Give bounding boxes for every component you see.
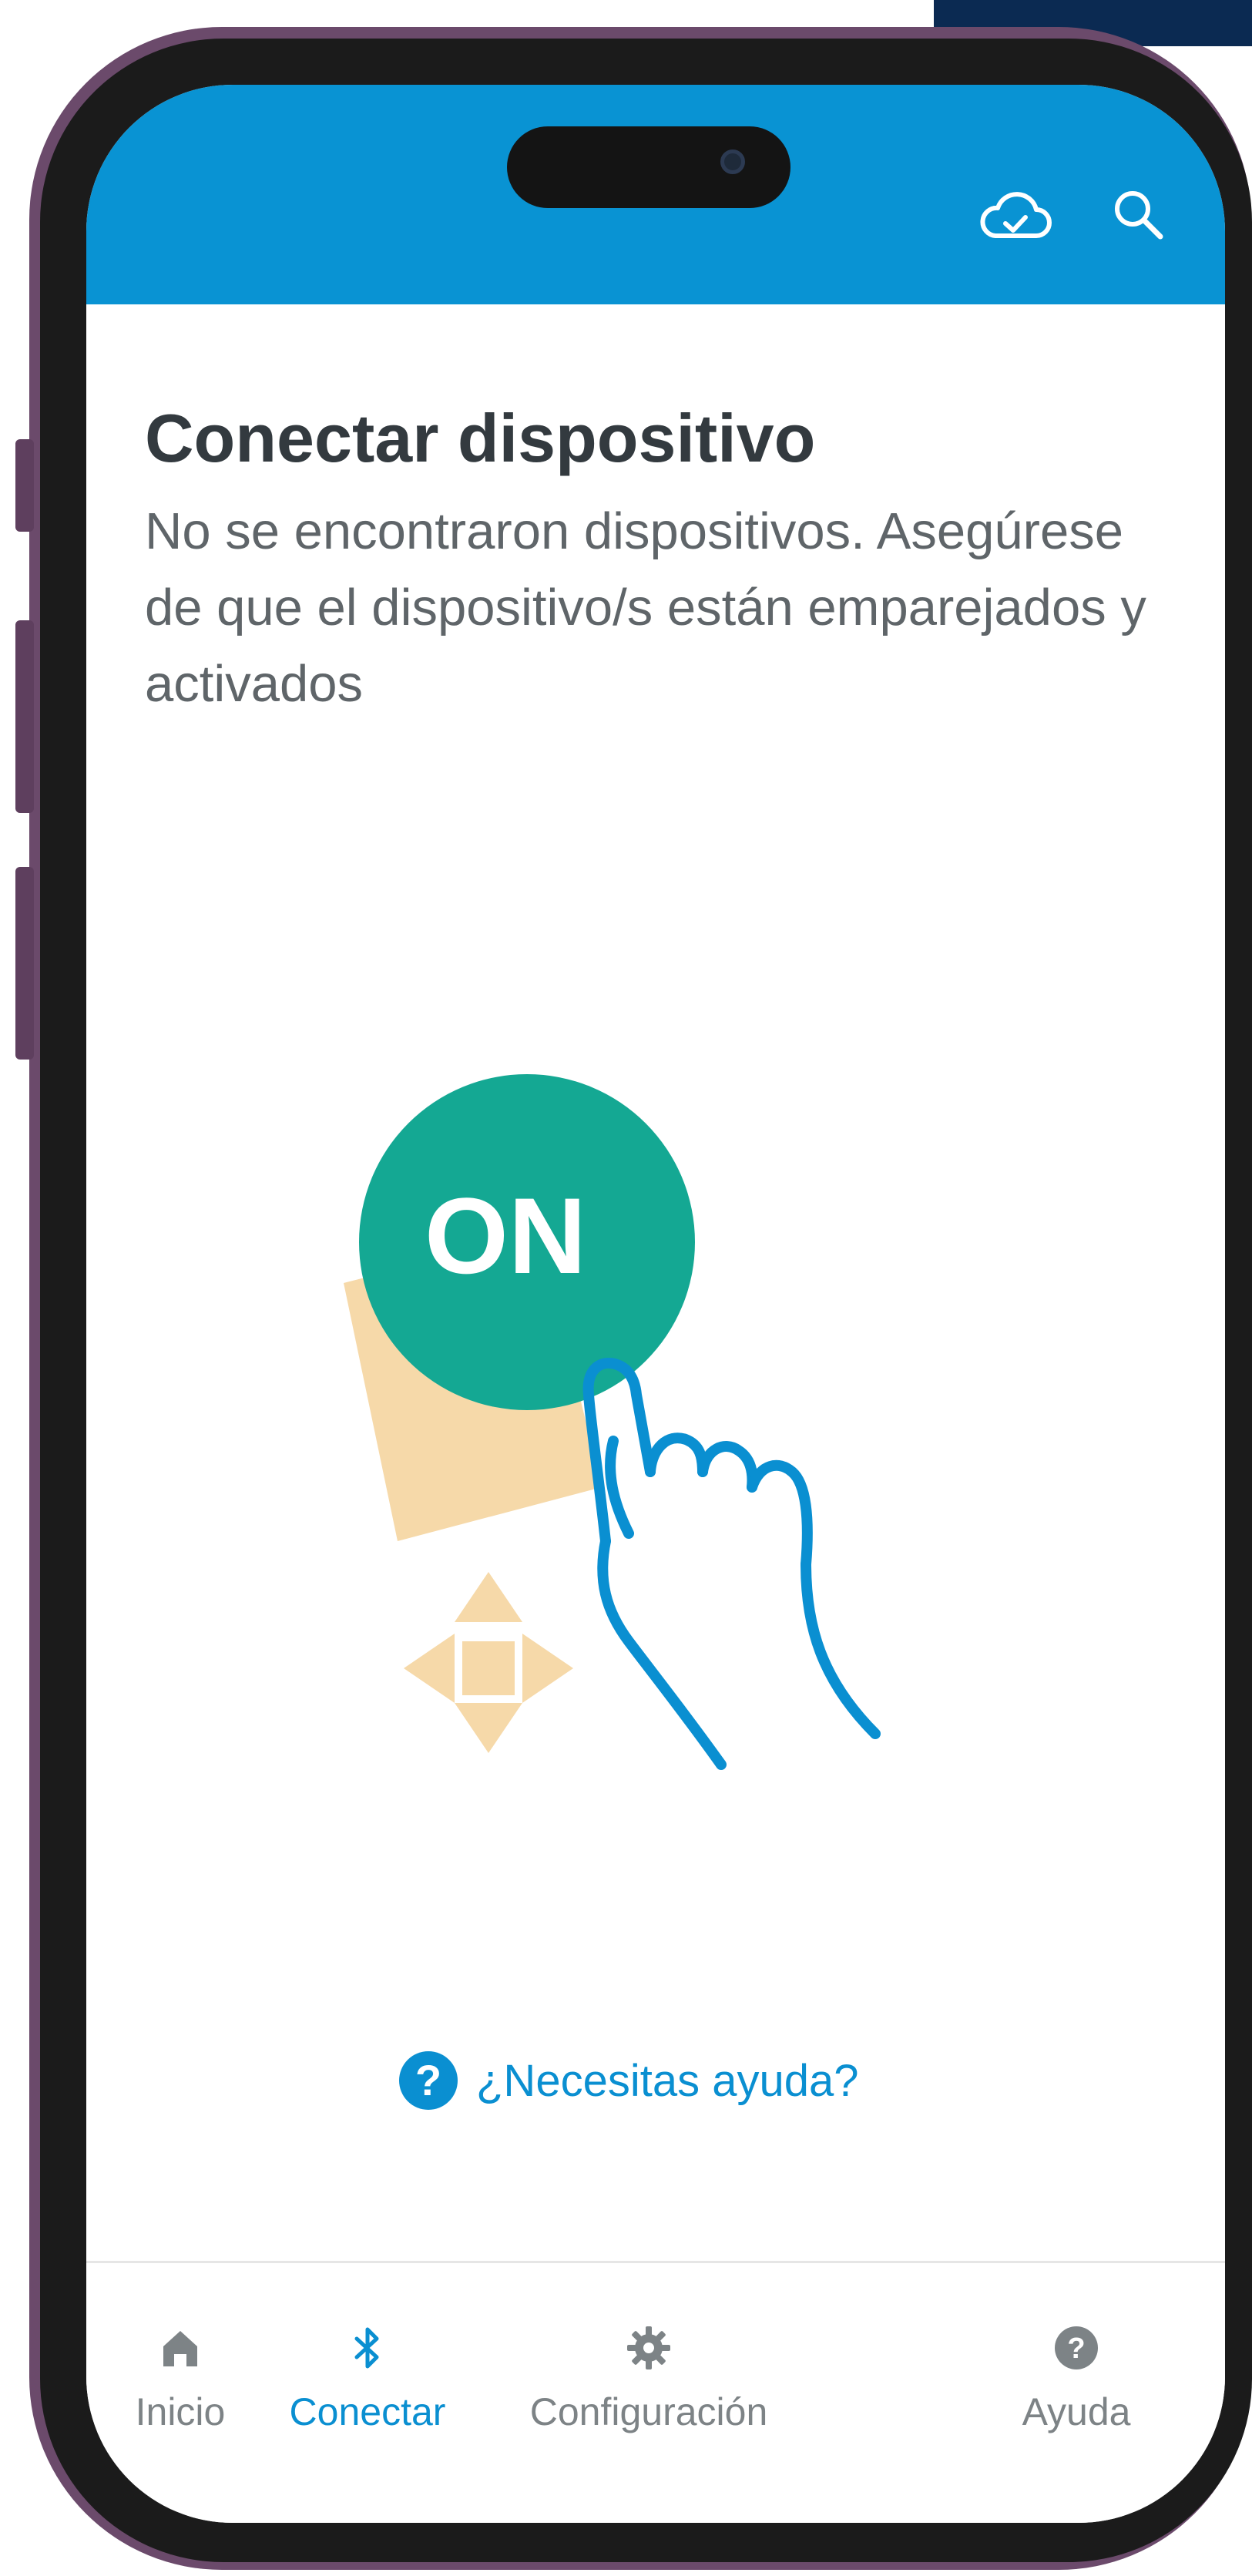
page-title: Conectar dispositivo — [145, 400, 816, 476]
nav-item-ayuda[interactable]: ? Ayuda — [999, 2323, 1153, 2434]
gear-icon — [627, 2326, 670, 2369]
question-circle-icon: ? — [399, 2051, 458, 2110]
help-circle-icon: ? — [1055, 2326, 1098, 2369]
nav-label-inicio: Inicio — [135, 2390, 226, 2433]
home-icon — [163, 2331, 197, 2366]
bottom-nav: Inicio Conectar Configuración ? Ayuda — [86, 2261, 1225, 2523]
direction-pad-icon — [404, 1572, 573, 1753]
nav-item-conectar[interactable]: Conectar — [267, 2323, 468, 2434]
search-icon[interactable] — [1111, 187, 1166, 243]
camera-icon — [720, 149, 745, 174]
app-header — [86, 85, 1225, 304]
hand-pointer-icon — [582, 1358, 881, 1770]
app-screen: Conectar dispositivo No se encontraron d… — [86, 85, 1225, 2523]
dynamic-island — [507, 126, 790, 208]
nav-label-configuracion: Configuración — [529, 2390, 768, 2433]
page-description: No se encontraron dispositivos. Asegúres… — [145, 502, 1146, 713]
phone-side-button — [15, 439, 34, 532]
phone-side-button — [15, 867, 34, 1060]
bluetooth-icon — [354, 2327, 379, 2369]
phone-side-button — [15, 620, 34, 813]
nav-label-ayuda: Ayuda — [1022, 2390, 1131, 2433]
nav-item-inicio[interactable]: Inicio — [111, 2323, 250, 2434]
nav-item-configuracion[interactable]: Configuración — [487, 2323, 811, 2434]
help-link-label: ¿Necesitas ayuda? — [476, 2055, 859, 2106]
nav-label-conectar: Conectar — [289, 2390, 446, 2433]
on-button-text: ON — [425, 1175, 586, 1296]
help-link[interactable]: ? ¿Necesitas ayuda? — [399, 2046, 858, 2115]
cloud-sync-icon[interactable] — [976, 185, 1053, 247]
power-on-illustration: ON — [344, 1074, 881, 1770]
svg-text:?: ? — [1067, 2333, 1085, 2365]
